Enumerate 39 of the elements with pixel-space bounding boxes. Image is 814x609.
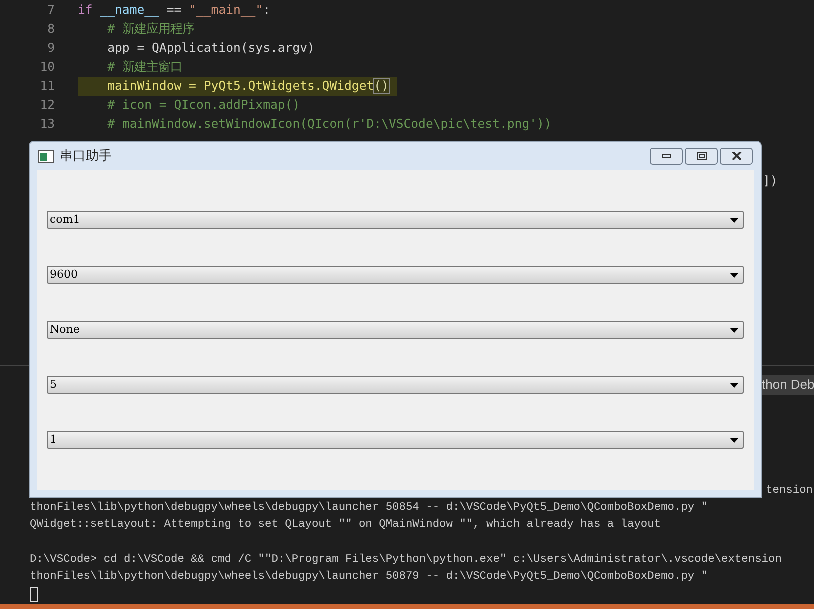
code-line: app = QApplication(sys.argv) xyxy=(106,40,315,57)
close-button[interactable] xyxy=(720,148,753,164)
line-number: 8 xyxy=(46,21,55,38)
code-line: # icon = QIcon.addPixmap() xyxy=(106,97,300,114)
terminal-line: thonFiles\lib\python\debugpy\wheels\debugpy\launcher 50879 -- d:\VSCode\PyQt5_Demo\QComboBoxDemo.py " xyxy=(30,571,708,583)
combo-box[interactable]: None xyxy=(47,321,744,339)
line-number: 10 xyxy=(39,59,55,76)
line-number: 12 xyxy=(39,97,55,114)
terminal-line: QWidget::setLayout: Attempting to set QLayout "" on QMainWindow "", which already has a layout xyxy=(30,519,662,531)
app-icon xyxy=(38,150,54,162)
dropdown-arrow-icon xyxy=(730,438,739,442)
maximize-icon xyxy=(696,152,706,160)
code-line: if __name__ == "__main__": xyxy=(78,2,271,19)
combo-box[interactable]: 5 xyxy=(47,376,744,394)
line-number: 11 xyxy=(39,78,55,95)
code-line: # 新建主窗口 xyxy=(106,59,182,76)
terminal-line: D:\VSCode> cd d:\VSCode && cmd /C ""D:\Program Files\Python\python.exe" c:\Users\Administrator\.vscode\extension xyxy=(30,554,782,566)
dropdown-arrow-icon xyxy=(730,218,739,222)
dropdown-arrow-icon xyxy=(730,272,739,278)
line-number: 9 xyxy=(46,40,55,57)
code-fragment: ]) xyxy=(763,174,778,188)
dropdown-arrow-icon xyxy=(730,382,739,388)
terminal-dropdown[interactable]: thon Deb xyxy=(760,375,814,395)
terminal-line: thonFiles\lib\python\debugpy\wheels\debugpy\launcher 50854 -- d:\VSCode\PyQt5_Demo\QComboBoxDemo.py " xyxy=(30,502,708,514)
line-number: 13 xyxy=(39,116,55,133)
line-number: 7 xyxy=(46,2,55,19)
code-line: # mainWindow.setWindowIcon(QIcon(r'D:\VSCode\pic\test.png')) xyxy=(106,116,552,133)
terminal-line: tension xyxy=(766,485,813,497)
code-line: # 新建应用程序 xyxy=(106,21,194,38)
minimize-icon xyxy=(662,154,671,158)
window-title: 串口助手 xyxy=(60,147,113,166)
close-icon xyxy=(732,152,742,160)
combo-box[interactable]: 1 xyxy=(47,431,744,449)
dropdown-arrow-icon xyxy=(730,328,739,332)
minimize-button[interactable] xyxy=(650,148,683,164)
combo-box[interactable]: com1 xyxy=(47,211,744,229)
combo-box[interactable]: 9600 xyxy=(47,266,744,284)
maximize-button[interactable] xyxy=(685,148,718,164)
terminal-cursor xyxy=(30,587,38,602)
